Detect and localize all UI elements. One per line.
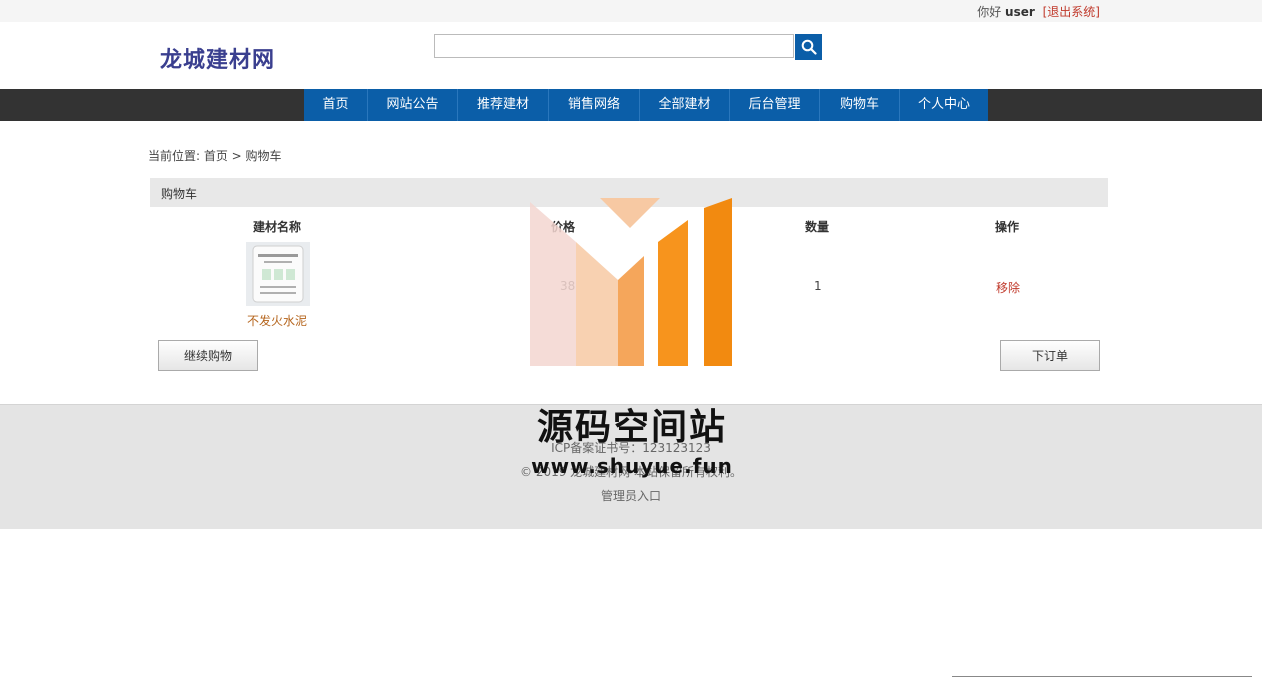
nav-bar: 首页 网站公告 推荐建材 销售网络 全部建材 后台管理 购物车 个人中心: [0, 89, 1262, 121]
site-logo[interactable]: 龙城建材网: [160, 42, 275, 74]
nav-item-announcements[interactable]: 网站公告: [368, 89, 458, 121]
place-order-button[interactable]: 下订单: [1000, 340, 1100, 371]
greeting-text: 你好: [977, 5, 1002, 19]
nav-item-sales-network[interactable]: 销售网络: [549, 89, 640, 121]
cart-title: 购物车: [161, 187, 198, 201]
top-bar: 你好 user [退出系统]: [0, 0, 1262, 22]
col-header-name: 建材名称: [253, 220, 302, 234]
username: user: [1005, 5, 1035, 19]
product-image[interactable]: [246, 242, 310, 306]
nav-item-admin[interactable]: 后台管理: [730, 89, 820, 121]
nav-item-cart[interactable]: 购物车: [820, 89, 900, 121]
product-name-link[interactable]: 不发火水泥: [247, 312, 307, 329]
continue-shopping-button[interactable]: 继续购物: [158, 340, 258, 371]
search-bar: [434, 34, 822, 60]
search-button[interactable]: [795, 34, 822, 60]
nav-item-all-materials[interactable]: 全部建材: [640, 89, 730, 121]
bottom-divider: [952, 676, 1252, 677]
nav-item-profile[interactable]: 个人中心: [900, 89, 988, 121]
breadcrumb: 当前位置: 首页 > 购物车: [148, 149, 282, 163]
watermark-logo: [530, 198, 732, 366]
product-quantity: 1: [814, 279, 822, 293]
col-header-action: 操作: [995, 220, 1020, 234]
logout-link[interactable]: [退出系统]: [1043, 5, 1100, 19]
watermark-url: www.shuyue.fun: [531, 454, 733, 478]
watermark-title: 源码空间站: [536, 407, 727, 448]
main-nav: 首页 网站公告 推荐建材 销售网络 全部建材 后台管理 购物车 个人中心: [304, 89, 988, 121]
search-icon: [801, 39, 817, 55]
nav-item-home[interactable]: 首页: [304, 89, 368, 121]
remove-link[interactable]: 移除: [996, 279, 1020, 296]
col-header-qty: 数量: [805, 220, 830, 234]
nav-item-recommended[interactable]: 推荐建材: [458, 89, 549, 121]
footer-admin-link[interactable]: 管理员入口: [0, 487, 1262, 504]
search-input[interactable]: [434, 34, 794, 58]
cement-bag-icon: [252, 245, 304, 303]
user-greeting: 你好 user [退出系统]: [977, 3, 1100, 20]
